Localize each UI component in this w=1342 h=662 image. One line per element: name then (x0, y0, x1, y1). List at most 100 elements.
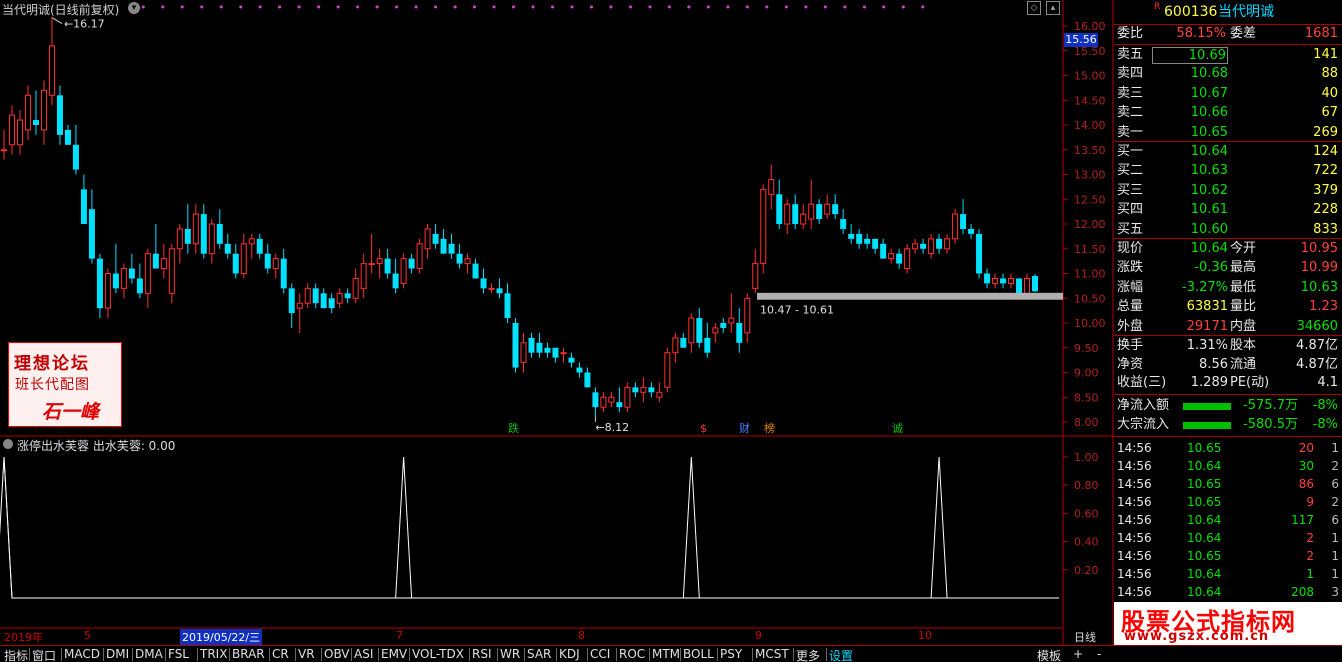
stat-label-2: 量比 (1230, 299, 1257, 315)
add-button[interactable]: + (1073, 647, 1083, 661)
tab-4[interactable]: DMA (135, 647, 163, 661)
price-chart[interactable]: 16.0015.5015.0014.5014.0013.5013.0012.50… (0, 0, 1114, 645)
tab-25[interactable]: 设置 (829, 647, 853, 662)
indicator-close-icon[interactable] (3, 439, 13, 449)
ask-row[interactable]: 卖四 10.68 88 (1114, 65, 1342, 83)
candle-body (960, 214, 967, 229)
tab-16[interactable]: SAR (527, 647, 551, 661)
y-tick-label: 13.50 (1074, 144, 1106, 157)
tab-17[interactable]: KDJ (559, 647, 580, 661)
ask-row[interactable]: 卖五 10.69 141 (1114, 46, 1342, 64)
candle-body (296, 302, 303, 309)
tab-3[interactable]: DMI (106, 647, 129, 661)
event-marker: 榜 (764, 421, 775, 435)
tab-20[interactable]: MTM (652, 647, 680, 661)
bid-volume: 228 (1313, 202, 1338, 218)
tab-10[interactable]: OBV (324, 647, 350, 661)
ask-label: 卖四 (1117, 66, 1144, 82)
bid-volume: 722 (1313, 163, 1338, 179)
tab-1[interactable]: 窗口 (32, 647, 56, 662)
scroll-up-icon[interactable]: ▴ (1046, 1, 1060, 15)
candle-body (432, 233, 439, 244)
bid-row[interactable]: 买一 10.64 124 (1114, 143, 1342, 161)
bid-row[interactable]: 买五 10.60 833 (1114, 221, 1342, 239)
candle-body (1016, 278, 1023, 294)
candle-body (584, 372, 591, 388)
tick-volume: 9 (1306, 495, 1314, 509)
tab-13[interactable]: VOL-TDX (412, 647, 464, 661)
ask-row[interactable]: 卖二 10.66 67 (1114, 104, 1342, 122)
tick-price: 10.64 (1187, 459, 1222, 473)
tab-separator (469, 648, 470, 661)
template-button[interactable]: 模板 (1037, 647, 1061, 662)
tick-count: 1 (1331, 549, 1339, 563)
candle-body (328, 298, 335, 309)
event-marker: $ (700, 422, 707, 435)
tab-separator (752, 648, 753, 661)
candle-body (920, 243, 927, 249)
ask-row[interactable]: 卖三 10.67 40 (1114, 85, 1342, 103)
tab-14[interactable]: RSI (472, 647, 492, 661)
period-label[interactable]: 日线 (1074, 629, 1096, 645)
tab-2[interactable]: MACD (64, 647, 100, 661)
tab-22[interactable]: PSY (720, 647, 742, 661)
ask-price: 10.66 (1190, 105, 1228, 121)
bid-label: 买三 (1117, 182, 1144, 198)
tab-11[interactable]: ASI (354, 647, 373, 661)
tab-21[interactable]: BOLL (683, 647, 714, 661)
weicha-label: 委差 (1230, 26, 1257, 41)
tab-0[interactable]: 指标 (4, 647, 28, 662)
stat-label: 现价 (1117, 241, 1144, 256)
stat-label: 涨跌 (1117, 260, 1144, 276)
candle-body (952, 213, 959, 240)
candle-body (424, 228, 431, 250)
bid-price: 10.64 (1190, 144, 1228, 159)
bid-label: 买一 (1117, 144, 1144, 159)
tab-24[interactable]: 更多 (796, 647, 820, 662)
tab-separator (826, 648, 827, 661)
tab-9[interactable]: VR (298, 647, 315, 661)
tab-19[interactable]: ROC (619, 647, 645, 661)
candle-body (96, 258, 103, 309)
bid-row[interactable]: 买三 10.62 379 (1114, 182, 1342, 200)
candle-body (664, 352, 671, 388)
bid-row[interactable]: 买二 10.63 722 (1114, 162, 1342, 180)
candle-body (928, 238, 935, 255)
fund-value: 8.56 (1199, 356, 1228, 372)
tab-7[interactable]: BRAR (232, 647, 265, 661)
ask-price: 10.68 (1190, 66, 1228, 82)
low-label: ←8.12 (595, 421, 629, 434)
stat-value-2: 10.95 (1300, 241, 1338, 256)
candle-body (592, 392, 599, 408)
ask-label: 卖一 (1117, 124, 1144, 140)
candle-body (280, 258, 287, 289)
chart-settings-icon[interactable]: ◇ (1027, 1, 1041, 15)
stat-label: 涨幅 (1117, 279, 1144, 295)
candle-body (72, 144, 79, 170)
stat-value-2: 34660 (1296, 318, 1338, 334)
tab-6[interactable]: TRIX (200, 647, 227, 661)
tab-separator (409, 648, 410, 661)
remove-button[interactable]: - (1097, 647, 1101, 661)
fund-label: 净资 (1117, 356, 1144, 372)
candle-body (192, 213, 199, 245)
tick-volume: 20 (1298, 441, 1314, 455)
tab-15[interactable]: WR (500, 647, 520, 661)
candle-body (176, 228, 183, 250)
tick-volume: 1 (1306, 567, 1314, 581)
fund-value: 1.31% (1186, 338, 1228, 353)
tab-18[interactable]: CCI (590, 647, 610, 661)
candle-body (864, 238, 871, 244)
candle-body (968, 228, 975, 234)
tab-23[interactable]: MCST (755, 647, 789, 661)
tab-12[interactable]: EMV (381, 647, 407, 661)
tab-5[interactable]: FSL (168, 647, 189, 661)
ask-row[interactable]: 卖一 10.65 269 (1114, 124, 1342, 142)
bid-row[interactable]: 买四 10.61 228 (1114, 201, 1342, 219)
chart-menu-icon[interactable]: ▾ (128, 2, 140, 14)
stat-value-2: 10.63 (1300, 279, 1338, 295)
tick-volume: 2 (1306, 531, 1314, 545)
candle-body (576, 367, 583, 373)
x-month-8: 8 (578, 629, 585, 642)
tab-8[interactable]: CR (272, 647, 289, 661)
